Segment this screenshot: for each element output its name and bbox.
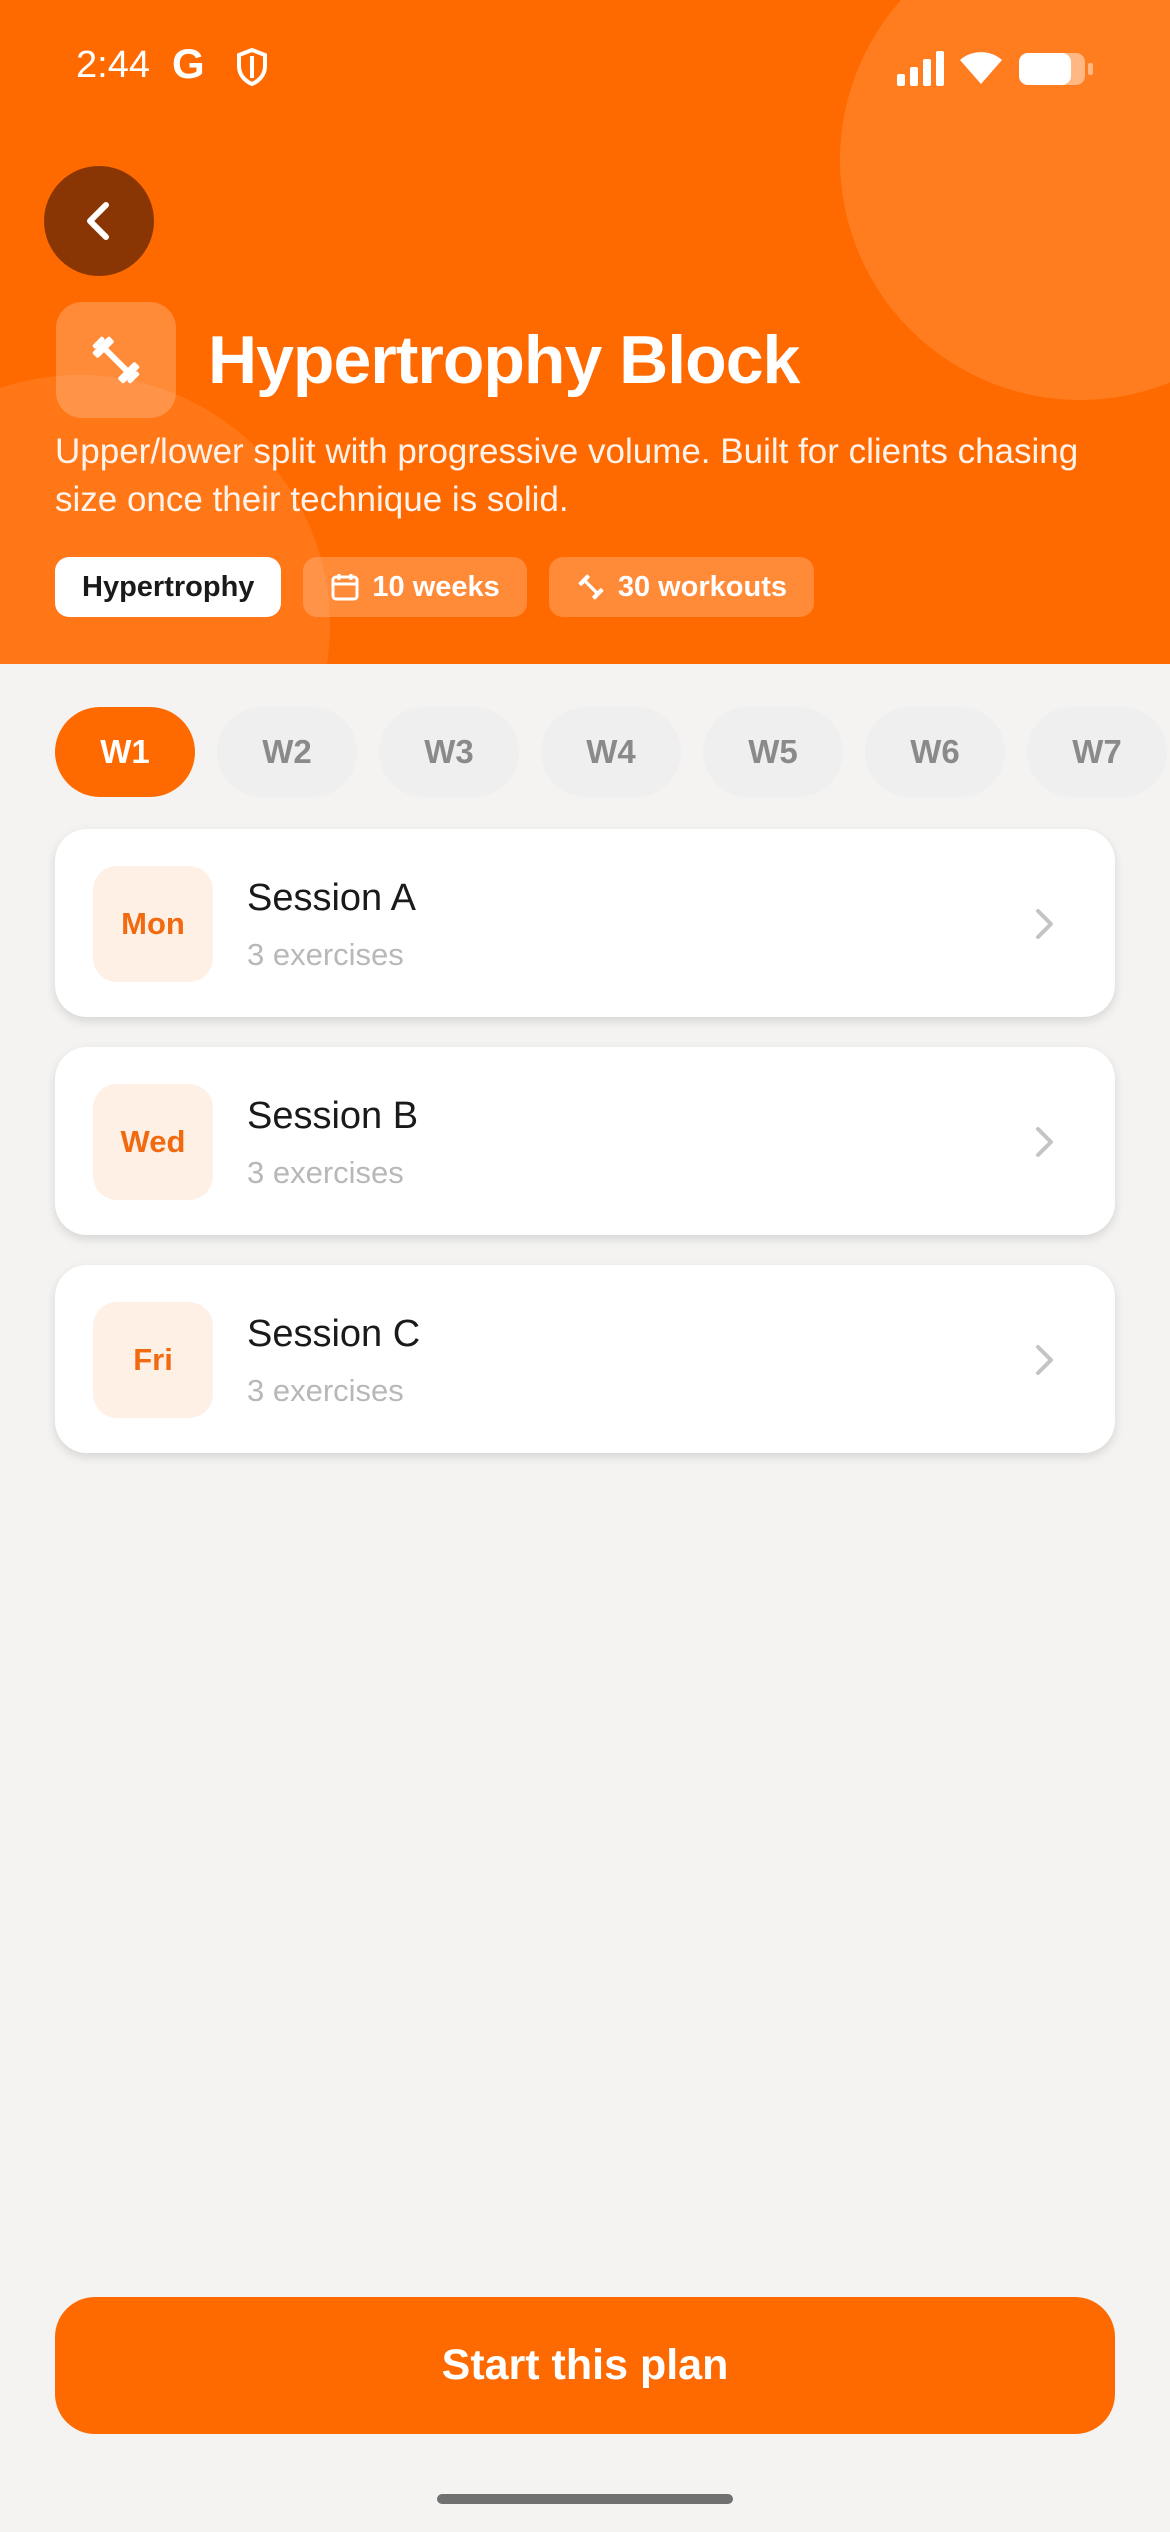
tab-week-3[interactable]: W3 <box>379 707 519 797</box>
exercise-count: 3 exercises <box>247 1155 404 1190</box>
day-badge: Wed <box>93 1084 213 1200</box>
home-indicator[interactable] <box>437 2494 733 2504</box>
google-icon: G <box>172 40 205 87</box>
chevron-right-icon <box>1036 1345 1053 1375</box>
tab-week-2[interactable]: W2 <box>217 707 357 797</box>
tab-week-1[interactable]: W1 <box>55 707 195 797</box>
plan-description: Upper/lower split with progressive volum… <box>55 432 1079 519</box>
chevron-left-icon <box>87 202 109 240</box>
day-badge: Fri <box>93 1302 213 1418</box>
start-plan-button[interactable]: Start this plan <box>55 2297 1115 2434</box>
status-bar: 2:44 G <box>0 0 1170 140</box>
dumbbell-icon <box>92 336 140 384</box>
signal-icon <box>897 51 944 86</box>
day-badge: Mon <box>93 866 213 982</box>
duration-tag: 10 weeks <box>303 557 527 617</box>
goal-tag: Hypertrophy <box>55 557 282 617</box>
tab-week-7[interactable]: W7 <box>1027 707 1167 797</box>
plan-title: Hypertrophy Block <box>208 322 800 398</box>
session-name: Session C <box>247 1313 421 1355</box>
plan-tags: Hypertrophy 10 weeks 30 workouts <box>55 557 815 617</box>
week-tabs: W1 W2 W3 W4 W5 W6 W7 <box>55 707 1170 797</box>
plan-header: 2:44 G Hypertrophy Block Upper/lower spl… <box>0 0 1170 664</box>
goal-tag-label: Hypertrophy <box>82 570 255 603</box>
tab-week-5[interactable]: W5 <box>703 707 843 797</box>
calendar-icon <box>331 574 359 601</box>
battery-icon <box>1019 53 1093 85</box>
session-card[interactable]: Wed Session B 3 exercises <box>55 1047 1115 1235</box>
workouts-tag-label: 30 workouts <box>617 570 788 603</box>
dumbbell-icon <box>578 574 604 600</box>
session-list: Mon Session A 3 exercises Wed Session B … <box>55 829 1115 1483</box>
status-time: 2:44 <box>76 44 150 86</box>
plan-icon <box>56 302 176 418</box>
chevron-right-icon <box>1036 1127 1053 1157</box>
tab-week-4[interactable]: W4 <box>541 707 681 797</box>
shield-icon <box>237 48 267 86</box>
session-name: Session B <box>247 1095 419 1137</box>
wifi-icon <box>960 52 1002 84</box>
back-button[interactable] <box>44 166 154 276</box>
workouts-tag: 30 workouts <box>548 557 815 617</box>
tab-week-6[interactable]: W6 <box>865 707 1005 797</box>
session-name: Session A <box>247 877 416 919</box>
exercise-count: 3 exercises <box>247 937 404 972</box>
exercise-count: 3 exercises <box>247 1373 404 1408</box>
session-card[interactable]: Fri Session C 3 exercises <box>55 1265 1115 1453</box>
session-card[interactable]: Mon Session A 3 exercises <box>55 829 1115 1017</box>
chevron-right-icon <box>1036 909 1053 939</box>
duration-tag-label: 10 weeks <box>372 570 500 603</box>
